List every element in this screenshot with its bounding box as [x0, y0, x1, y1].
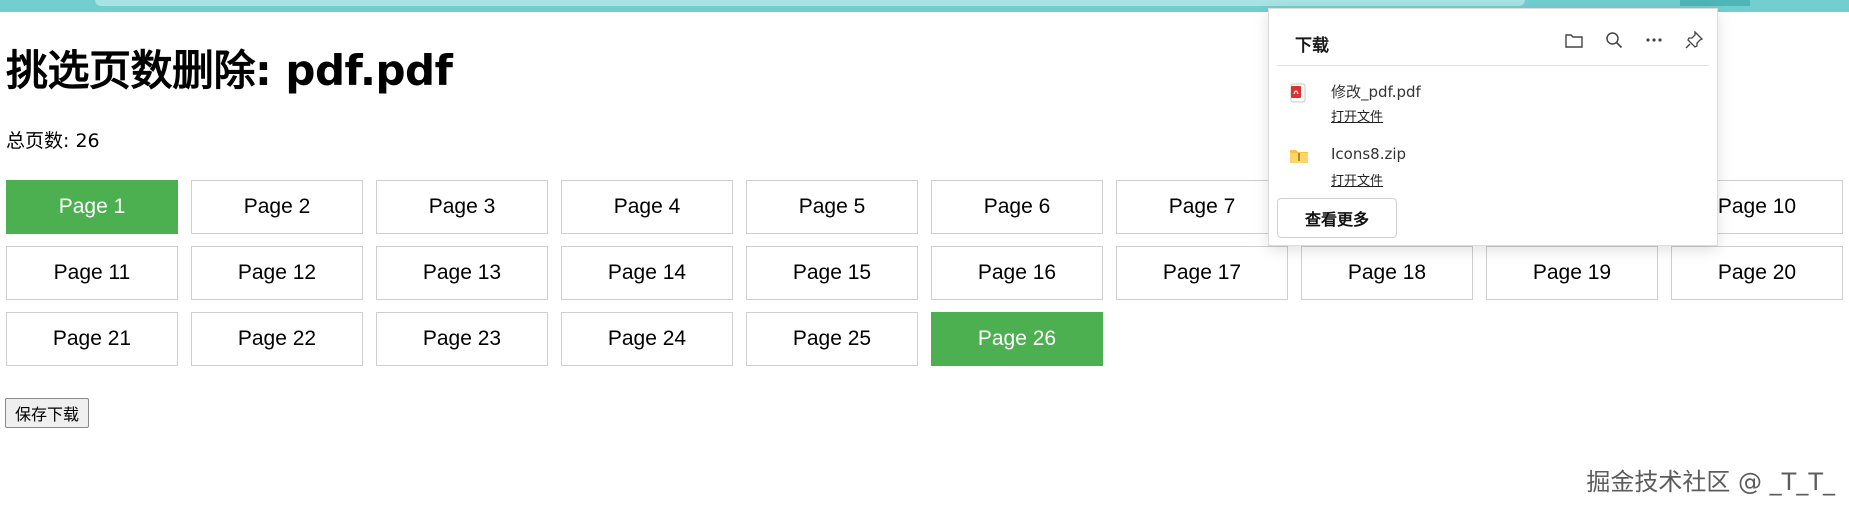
page-select-button[interactable]: Page 6: [931, 180, 1103, 234]
page-select-button[interactable]: Page 20: [1671, 246, 1843, 300]
downloads-panel: 下载 修改_pdf.pdf 打开文件 Icons8.zip 打开文件 查看更多: [1268, 8, 1718, 246]
page-select-button[interactable]: Page 15: [746, 246, 918, 300]
pdf-file-icon: [1289, 83, 1309, 103]
zip-folder-icon: [1289, 147, 1309, 165]
downloads-header: 下载: [1277, 17, 1709, 66]
download-file-name: 修改_pdf.pdf: [1331, 83, 1421, 101]
download-item[interactable]: 修改_pdf.pdf 打开文件: [1289, 79, 1709, 129]
page-select-button[interactable]: Page 5: [746, 180, 918, 234]
page-select-button[interactable]: Page 21: [6, 312, 178, 366]
total-pages-label: 总页数: 26: [6, 130, 100, 152]
page-select-button[interactable]: Page 18: [1301, 246, 1473, 300]
open-file-link[interactable]: 打开文件: [1331, 106, 1383, 125]
downloads-toolbar: [1563, 29, 1705, 51]
page-select-button[interactable]: Page 24: [561, 312, 733, 366]
pin-icon[interactable]: [1683, 29, 1705, 51]
page-select-button[interactable]: Page 7: [1116, 180, 1288, 234]
save-download-button[interactable]: 保存下载: [5, 398, 90, 428]
download-item[interactable]: Icons8.zip 打开文件: [1289, 143, 1709, 193]
search-icon[interactable]: [1603, 29, 1625, 51]
page-select-button[interactable]: Page 19: [1486, 246, 1658, 300]
page-select-button[interactable]: Page 16: [931, 246, 1103, 300]
address-bar[interactable]: [95, 0, 1525, 6]
page-select-button[interactable]: Page 13: [376, 246, 548, 300]
watermark: 掘金技术社区 @ _T_T_: [1586, 468, 1835, 496]
page-title: 挑选页数删除: pdf.pdf: [6, 46, 453, 95]
toolbar-button[interactable]: [1680, 0, 1750, 6]
folder-icon[interactable]: [1563, 29, 1585, 51]
page-select-button[interactable]: Page 3: [376, 180, 548, 234]
more-icon[interactable]: [1643, 29, 1665, 51]
view-more-button[interactable]: 查看更多: [1277, 198, 1397, 238]
page-select-button[interactable]: Page 1: [6, 180, 178, 234]
open-file-link[interactable]: 打开文件: [1331, 170, 1383, 189]
page-select-button[interactable]: Page 2: [191, 180, 363, 234]
downloads-title: 下载: [1295, 36, 1329, 56]
page-select-button[interactable]: Page 25: [746, 312, 918, 366]
page-select-button[interactable]: Page 26: [931, 312, 1103, 366]
page-select-button[interactable]: Page 17: [1116, 246, 1288, 300]
page-select-button[interactable]: Page 4: [561, 180, 733, 234]
download-file-name: Icons8.zip: [1331, 145, 1407, 163]
page-select-button[interactable]: Page 23: [376, 312, 548, 366]
page-select-button[interactable]: Page 12: [191, 246, 363, 300]
page-select-button[interactable]: Page 22: [191, 312, 363, 366]
page-select-button[interactable]: Page 11: [6, 246, 178, 300]
page-select-button[interactable]: Page 14: [561, 246, 733, 300]
